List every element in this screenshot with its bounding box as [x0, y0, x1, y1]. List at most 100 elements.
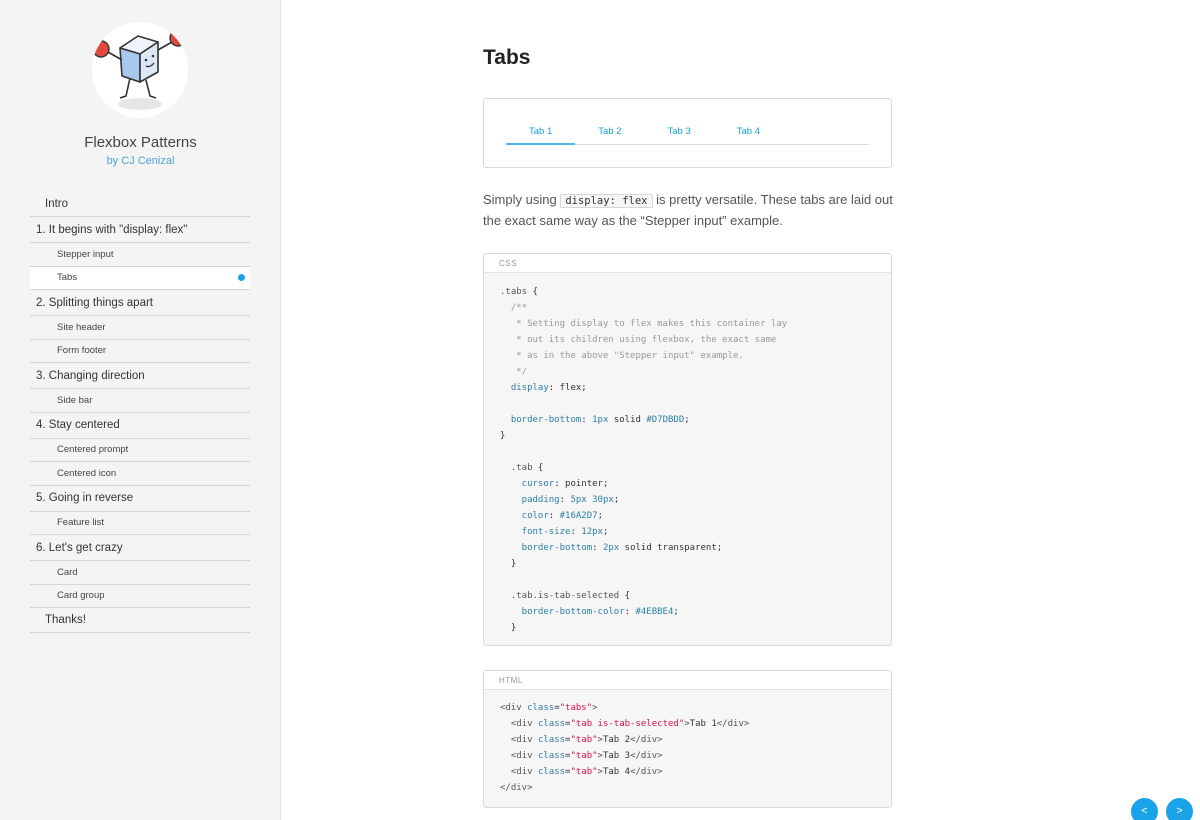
brand-author-link[interactable]: by CJ Cenizal	[0, 155, 281, 167]
code-token: </div>	[630, 751, 663, 761]
code-token: : pointer;	[554, 479, 609, 489]
sidebar-item-label: 4. Stay centered	[36, 419, 120, 431]
code-token: 5px 30px	[570, 495, 614, 505]
prev-page-button[interactable]: <	[1131, 798, 1158, 820]
code-token: :	[592, 543, 603, 553]
code-token: "tab"	[570, 767, 598, 777]
page-title: Tabs	[483, 46, 531, 69]
code-token: 12px	[581, 527, 603, 537]
code-line: </div>	[500, 780, 891, 796]
sidebar-item[interactable]: Card group	[30, 585, 250, 608]
code-line: display: flex;	[500, 380, 891, 396]
code-token: "tabs"	[559, 703, 593, 713]
code-line: /**	[500, 300, 891, 316]
code-token: #4EBBE4	[635, 607, 674, 617]
code-token: .tab.is-tab-selected	[500, 591, 620, 601]
css-code-block: CSS .tabs { /** * Setting display to fle…	[483, 253, 892, 646]
sidebar-item[interactable]: Intro	[30, 192, 250, 217]
code-token: "tab"	[570, 751, 598, 761]
code-line: color: #16A2D7;	[500, 508, 891, 524]
code-line: <div class="tab is-tab-selected">Tab 1</…	[500, 716, 891, 732]
code-token: </div>	[630, 735, 663, 745]
code-token: <div	[500, 751, 538, 761]
logo-mascot-icon	[92, 22, 188, 118]
code-token: }	[500, 559, 517, 569]
code-token: border-bottom	[500, 415, 582, 425]
code-token: class	[537, 751, 566, 761]
sidebar-item[interactable]: Tabs	[30, 266, 250, 290]
code-token: >	[592, 703, 598, 713]
code-line: <div class="tab">Tab 4</div>	[500, 764, 891, 780]
sidebar-item-label: Centered prompt	[57, 444, 129, 456]
html-code-block: HTML <div class="tabs"> <div class="tab …	[483, 670, 892, 808]
sidebar-item[interactable]: 6. Let's get crazy	[30, 535, 250, 561]
code-line: <div class="tab">Tab 2</div>	[500, 732, 891, 748]
code-token: padding	[500, 495, 560, 505]
code-line: }	[500, 620, 891, 636]
sidebar-item[interactable]: Thanks!	[30, 608, 250, 633]
inline-code: display: flex	[560, 194, 653, 208]
code-token: :	[624, 607, 636, 617]
sidebar-item-label: 5. Going in reverse	[36, 492, 134, 504]
code-token: :	[570, 527, 582, 537]
code-token: {	[619, 591, 631, 601]
code-token: solid transparent;	[619, 543, 723, 553]
code-body: <div class="tabs"> <div class="tab is-ta…	[484, 690, 891, 796]
sidebar-item[interactable]: Centered icon	[30, 462, 250, 486]
sidebar-item[interactable]: Centered prompt	[30, 439, 250, 462]
sidebar-item-label: Card group	[57, 590, 105, 602]
tab-3[interactable]: Tab 3	[645, 123, 714, 145]
code-label: HTML	[484, 671, 891, 690]
code-token: "tab is-tab-selected"	[570, 719, 685, 729]
code-token: 1px	[592, 415, 609, 425]
code-token: color	[500, 511, 549, 521]
sidebar-item[interactable]: 5. Going in reverse	[30, 486, 250, 512]
code-token: Tab 1	[689, 719, 717, 729]
tab-1[interactable]: Tab 1	[506, 123, 576, 145]
sidebar-item-label: Side bar	[57, 394, 93, 406]
sidebar-item[interactable]: Site header	[30, 316, 250, 340]
code-token: :	[559, 495, 571, 505]
sidebar-item-label: Feature list	[57, 517, 104, 529]
tab-2[interactable]: Tab 2	[575, 123, 644, 145]
code-token: ;	[602, 527, 609, 537]
code-line: */	[500, 364, 891, 380]
sidebar-nav: Intro 1. It begins with "display: flex" St…	[30, 192, 250, 633]
code-line: .tabs {	[500, 284, 891, 300]
code-token: }	[500, 431, 506, 441]
code-line: * as in the above "Stepper input" exampl…	[500, 348, 891, 364]
code-label: CSS	[484, 254, 891, 273]
code-line: <div class="tabs">	[500, 700, 891, 716]
code-line: border-bottom-color: #4EBBE4;	[500, 604, 891, 620]
next-page-button[interactable]: >	[1166, 798, 1193, 820]
code-token: :	[548, 511, 560, 521]
sidebar-item[interactable]: 4. Stay centered	[30, 413, 250, 439]
code-token: display	[500, 383, 549, 393]
sidebar-item-label: Stepper input	[57, 248, 114, 260]
code-token: Tab 2	[602, 735, 631, 745]
sidebar-item[interactable]: Stepper input	[30, 243, 250, 267]
code-token: : flex;	[548, 383, 587, 393]
sidebar-item[interactable]: Side bar	[30, 389, 250, 413]
sidebar-item[interactable]: Feature list	[30, 512, 250, 535]
sidebar-item[interactable]: Card	[30, 561, 250, 585]
code-token: ;	[684, 415, 690, 425]
sidebar-item[interactable]: 2. Splitting things apart	[30, 290, 250, 316]
sidebar-item[interactable]: Form footer	[30, 340, 250, 363]
sidebar-item-label: Intro	[45, 198, 69, 210]
code-token: * Setting display to flex makes this con…	[500, 319, 788, 329]
sidebar-item-label: Card	[57, 566, 78, 578]
code-token: #16A2D7	[559, 511, 598, 521]
code-token: ;	[597, 511, 603, 521]
code-line: border-bottom: 2px solid transparent;	[500, 540, 891, 556]
sidebar-item-label: Form footer	[57, 345, 107, 357]
sidebar-item[interactable]: 3. Changing direction	[30, 363, 250, 389]
active-indicator-icon	[238, 274, 245, 282]
tab-4[interactable]: Tab 4	[714, 123, 783, 145]
code-line: .tab.is-tab-selected {	[500, 588, 891, 604]
sidebar-item[interactable]: 1. It begins with "display: flex"	[30, 217, 250, 243]
code-token: </div>	[500, 783, 533, 793]
code-token: <div	[500, 767, 538, 777]
code-line: border-bottom: 1px solid #D7DBDD;	[500, 412, 891, 428]
